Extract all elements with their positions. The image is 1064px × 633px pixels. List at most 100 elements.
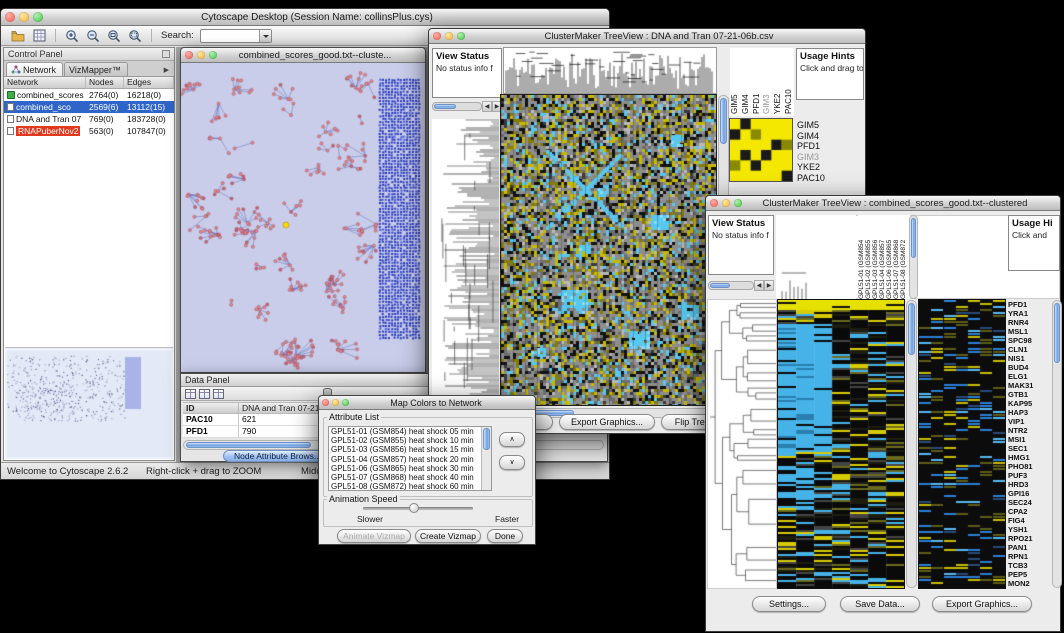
dropdown-arrow-icon[interactable] xyxy=(259,30,271,42)
scroll-left-icon[interactable]: ◀ xyxy=(482,101,492,112)
gene-label-rpo21[interactable]: RPO21 xyxy=(1008,534,1050,543)
column-label-gpl51-02[interactable]: GPL51-02 (GSM855 xyxy=(865,215,872,299)
column-label-gim4[interactable]: GIM4 xyxy=(741,48,751,114)
panel-float-icon[interactable] xyxy=(162,50,170,58)
scrollbar-thumb[interactable] xyxy=(908,303,915,355)
row-dendrogram[interactable] xyxy=(432,119,499,405)
gene-label-pep5[interactable]: PEP5 xyxy=(1008,570,1050,579)
gene-label-ysh1[interactable]: YSH1 xyxy=(1008,525,1050,534)
gene-label-yra1[interactable]: YRA1 xyxy=(1008,309,1050,318)
gene-label-sec24[interactable]: SEC24 xyxy=(1008,498,1050,507)
attribute-batch-icon[interactable] xyxy=(213,389,224,399)
attribute-item-gpl51-08[interactable]: GPL51-08 (GSM872) heat shock 60 min xyxy=(329,482,491,491)
scrollbar-thumb[interactable] xyxy=(434,104,456,109)
column-label-gpl51-06[interactable]: GPL51-06 (GSM865 xyxy=(886,215,893,299)
select-attributes-icon[interactable] xyxy=(185,389,196,399)
column-edges[interactable]: Edges xyxy=(124,77,174,88)
settings-button[interactable]: Settings... xyxy=(752,596,826,612)
close-button[interactable] xyxy=(5,12,15,22)
minimize-button[interactable] xyxy=(722,199,730,207)
gene-label-cpa2[interactable]: CPA2 xyxy=(1008,507,1050,516)
gene-label-sec1[interactable]: SEC1 xyxy=(1008,444,1050,453)
view-status-scrollbar[interactable]: ◀ ▶ xyxy=(432,101,502,112)
gene-label-pho81[interactable]: PHO81 xyxy=(1008,462,1050,471)
column-label-yke2[interactable]: YKE2 xyxy=(773,48,783,114)
heatmap[interactable] xyxy=(778,300,904,588)
scrollbar-thumb[interactable] xyxy=(1054,303,1060,363)
main-titlebar[interactable]: Cytoscape Desktop (Session Name: collins… xyxy=(1,9,609,26)
search-input[interactable] xyxy=(200,29,272,43)
gene-label-spc98[interactable]: SPC98 xyxy=(1008,336,1050,345)
gene-label-elg1[interactable]: ELG1 xyxy=(1008,372,1050,381)
attribute-item-gpl51-01[interactable]: GPL51-01 (GSM854) heat shock 05 min xyxy=(329,427,491,436)
close-button[interactable] xyxy=(710,199,718,207)
row-dendrogram[interactable] xyxy=(708,300,776,588)
scrollbar-thumb[interactable] xyxy=(483,428,490,450)
zoom-in-icon[interactable] xyxy=(63,27,81,44)
network-row-combined-scores[interactable]: combined_scores2764(0)16218(0) xyxy=(4,89,174,101)
gene-label-hrd3[interactable]: HRD3 xyxy=(1008,480,1050,489)
slider-thumb[interactable] xyxy=(409,503,419,513)
minimize-button[interactable] xyxy=(19,12,29,22)
gene-label-hap3[interactable]: HAP3 xyxy=(1008,408,1050,417)
column-label-gim3[interactable]: GIM3 xyxy=(762,48,772,114)
gene-label-tcb3[interactable]: TCB3 xyxy=(1008,561,1050,570)
gene-label-pac10[interactable]: PAC10 xyxy=(797,173,842,184)
network-row-dna-and-tran-07[interactable]: DNA and Tran 07769(0)183728(0) xyxy=(4,113,174,125)
gene-label-rnr4[interactable]: RNR4 xyxy=(1008,318,1050,327)
minimize-button[interactable] xyxy=(445,32,453,40)
gene-label-rpn1[interactable]: RPN1 xyxy=(1008,552,1050,561)
done-button[interactable]: Done xyxy=(487,529,523,543)
gene-label-msi1[interactable]: MSI1 xyxy=(1008,435,1050,444)
attribute-list[interactable]: GPL51-01 (GSM854) heat shock 05 minGPL51… xyxy=(328,426,492,491)
create-attribute-icon[interactable] xyxy=(199,389,210,399)
scrollbar-track[interactable] xyxy=(432,102,482,111)
column-label-gpl51-08[interactable]: GPL51-08 (GSM872 xyxy=(900,215,907,299)
gene-label-nis1[interactable]: NIS1 xyxy=(1008,354,1050,363)
export-graphics-button[interactable]: Export Graphics... xyxy=(559,414,655,430)
import-table-icon[interactable] xyxy=(30,27,48,44)
scrollbar-thumb[interactable] xyxy=(911,218,916,258)
summary-heatmap[interactable] xyxy=(730,119,792,181)
gene-label-kap95[interactable]: KAP95 xyxy=(1008,399,1050,408)
tv1-titlebar[interactable]: ClusterMaker TreeView : DNA and Tran 07-… xyxy=(429,29,865,44)
gene-label-gtb1[interactable]: GTB1 xyxy=(1008,390,1050,399)
scrollbar-thumb[interactable] xyxy=(186,442,311,448)
scroll-left-icon[interactable]: ◀ xyxy=(754,280,764,291)
network-overview[interactable] xyxy=(5,347,173,459)
gene-label-gim4[interactable]: GIM4 xyxy=(797,131,842,142)
export-graphics-button[interactable]: Export Graphics... xyxy=(932,596,1032,612)
gene-label-yke2[interactable]: YKE2 xyxy=(797,162,842,173)
zoom-fit-icon[interactable] xyxy=(105,27,123,44)
tv2-titlebar[interactable]: ClusterMaker TreeView : combined_scores_… xyxy=(706,196,1060,211)
attribute-item-gpl51-02[interactable]: GPL51-02 (GSM855) heat shock 10 min xyxy=(329,436,491,445)
zoom-selected-icon[interactable] xyxy=(126,27,144,44)
column-network[interactable]: Network xyxy=(4,77,86,88)
gene-label-hmg1[interactable]: HMG1 xyxy=(1008,453,1050,462)
gene-label-gim5[interactable]: GIM5 xyxy=(797,120,842,131)
scrollbar-track[interactable] xyxy=(708,281,754,290)
heatmap-vscrollbar[interactable] xyxy=(906,300,917,588)
network-row-rnapubernov2[interactable]: RNAPuberNov2563(0)107847(0) xyxy=(4,125,174,137)
dialog-titlebar[interactable]: Map Colors to Network xyxy=(319,396,535,410)
heatmap[interactable] xyxy=(501,95,716,405)
node-attribute-browser-tab[interactable]: Node Attribute Brows... xyxy=(223,450,332,462)
column-label-pac10[interactable]: PAC10 xyxy=(784,48,794,114)
gene-label-bud4[interactable]: BUD4 xyxy=(1008,363,1050,372)
network-overview-canvas[interactable] xyxy=(7,351,171,457)
move-up-button[interactable]: ∧ xyxy=(499,432,525,447)
save-data-button[interactable]: Save Data... xyxy=(840,596,920,612)
column-label-gpl51-04[interactable]: GPL51-04 (GSM857 xyxy=(879,215,886,299)
column-nodes[interactable]: Nodes xyxy=(86,77,124,88)
gene-label-gim3[interactable]: GIM3 xyxy=(797,152,842,163)
column-labels-scrollbar[interactable] xyxy=(909,215,918,299)
gene-label-gpi16[interactable]: GPI16 xyxy=(1008,489,1050,498)
network-view-canvas[interactable] xyxy=(181,63,425,372)
close-button[interactable] xyxy=(185,51,193,59)
gene-label-vip1[interactable]: VIP1 xyxy=(1008,417,1050,426)
animate-vizmap-button[interactable]: Animate Vizmap xyxy=(337,529,411,543)
column-id[interactable]: ID xyxy=(183,402,239,414)
column-dendrogram[interactable] xyxy=(504,48,716,93)
network-row-combined-sco[interactable]: combined_sco2569(6)13112(15) xyxy=(4,101,174,113)
gene-label-ntr2[interactable]: NTR2 xyxy=(1008,426,1050,435)
